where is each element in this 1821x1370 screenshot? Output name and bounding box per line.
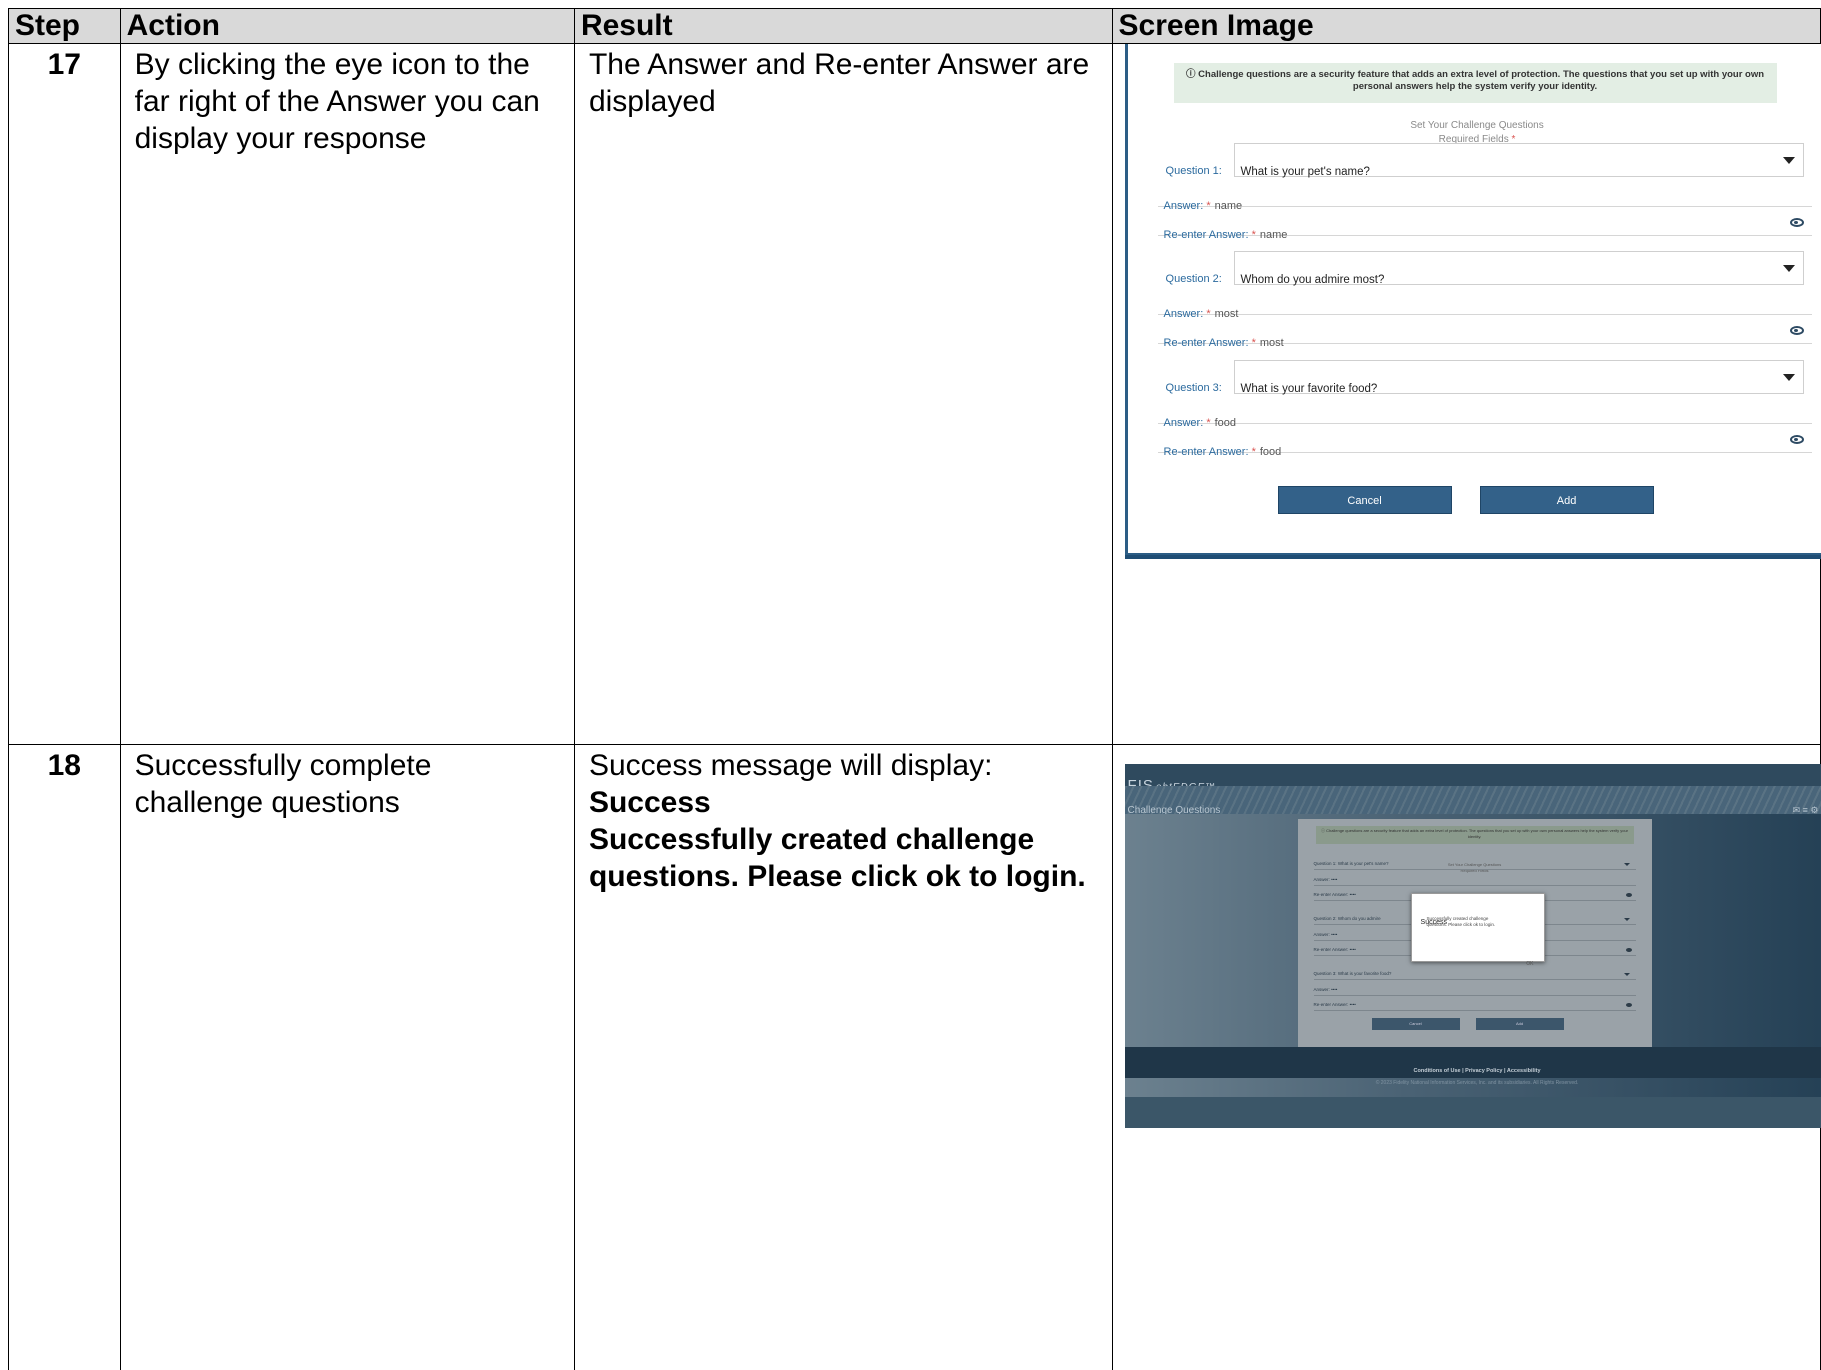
- result-cell: The Answer and Re-enter Answer are displ…: [574, 44, 1112, 745]
- result-content: Success message will display: Success Su…: [575, 745, 1112, 897]
- ma1-value: ••••: [1331, 877, 1337, 882]
- eye-icon[interactable]: [1790, 435, 1804, 444]
- reenter-answer-1-field[interactable]: Re-enter Answer: *name: [1158, 211, 1812, 236]
- mr2-label: Re-enter Answer:: [1314, 947, 1349, 952]
- required-star: *: [1252, 446, 1256, 458]
- page-title-bar: Challenge Questions ✉ ≡ ⚙ ▾: [1125, 786, 1821, 814]
- screen-image-cell: FISebtEDGE™ Challenge Questions ✉ ≡ ⚙ ▾ …: [1112, 745, 1820, 1370]
- table-row: 17 By clicking the eye icon to the far r…: [9, 44, 1821, 745]
- chevron-down-icon: [1624, 973, 1630, 976]
- footer-copyright: © 2023 Fidelity National Information Ser…: [1125, 1065, 1821, 1102]
- challenge-form-screenshot: ⓘ Challenge questions are a security fea…: [1125, 44, 1821, 556]
- mr2-value: ••••: [1350, 947, 1356, 952]
- mini-reenter-3[interactable]: Re-enter Answer: ••••: [1314, 1000, 1636, 1011]
- mq2-label: Question 2:: [1314, 916, 1337, 921]
- mr3-value: ••••: [1350, 1002, 1356, 1007]
- modal-message: Successfully created challenge questions…: [1427, 916, 1497, 928]
- action-cell: Successfully complete challenge question…: [120, 745, 574, 1370]
- reenter-label-text: Re-enter Answer:: [1164, 337, 1249, 349]
- chevron-down-icon: [1783, 265, 1795, 272]
- reenter-2-value: most: [1260, 337, 1284, 349]
- mini-add-button[interactable]: Add: [1476, 1018, 1564, 1030]
- step-number: 18: [9, 745, 120, 784]
- ma3-label: Answer:: [1314, 987, 1330, 992]
- required-star: *: [1252, 337, 1256, 349]
- mini-cancel-button[interactable]: Cancel: [1372, 1018, 1460, 1030]
- step-table: Step Action Result Screen Image 17 By cl…: [8, 8, 1821, 1370]
- mr1-label: Re-enter Answer:: [1314, 892, 1349, 897]
- answer-1-field[interactable]: Answer: *name: [1158, 182, 1812, 207]
- question-2-select[interactable]: Whom do you admire most?: [1234, 251, 1804, 285]
- chevron-down-icon: [1783, 157, 1795, 164]
- question-2-row: Question 2: Whom do you admire most?: [1158, 251, 1812, 285]
- result-text: The Answer and Re-enter Answer are displ…: [575, 44, 1112, 122]
- ma3-value: ••••: [1331, 987, 1337, 992]
- mq2-value: Whom do you admire: [1338, 916, 1381, 921]
- ma2-label: Answer:: [1314, 932, 1330, 937]
- mini-question-3[interactable]: Question 3: What is your favorite food?: [1314, 969, 1636, 980]
- action-text: By clicking the eye icon to the far righ…: [121, 44, 574, 159]
- app-header: FISebtEDGE™: [1125, 764, 1821, 786]
- ma2-value: ••••: [1331, 932, 1337, 937]
- header-screen-image: Screen Image: [1112, 9, 1820, 44]
- info-banner: ⓘ Challenge questions are a security fea…: [1174, 63, 1777, 103]
- mq1-value: What is your pet's name?: [1338, 861, 1389, 866]
- answer-3-field[interactable]: Answer: *food: [1158, 399, 1812, 424]
- mq3-label: Question 3:: [1314, 971, 1337, 976]
- mini-answer-1[interactable]: Answer: ••••: [1314, 875, 1636, 886]
- mq1-label: Question 1:: [1314, 861, 1337, 866]
- mr1-value: ••••: [1350, 892, 1356, 897]
- ok-button[interactable]: OK: [1526, 946, 1533, 983]
- step-number-cell: 18: [9, 745, 121, 1370]
- mini-info-banner: ⓘ Challenge questions are a security fea…: [1316, 826, 1634, 844]
- reenter-label-text: Re-enter Answer:: [1164, 446, 1249, 458]
- result-cell: Success message will display: Success Su…: [574, 745, 1112, 1370]
- mq3-value: What is your favorite food?: [1338, 971, 1392, 976]
- eye-icon[interactable]: [1626, 893, 1632, 897]
- result-success-title: Success: [589, 784, 1098, 821]
- mr3-label: Re-enter Answer:: [1314, 1002, 1349, 1007]
- header-action: Action: [120, 9, 574, 44]
- action-cell: By clicking the eye icon to the far righ…: [120, 44, 574, 745]
- reenter-1-value: name: [1260, 229, 1288, 241]
- question-1-row: Question 1: What is your pet's name?: [1158, 143, 1812, 177]
- reenter-2-label: Re-enter Answer: * most: [1164, 325, 1284, 362]
- success-modal: Success Successfully created challenge q…: [1411, 893, 1545, 962]
- reenter-answer-3-field[interactable]: Re-enter Answer: *food: [1158, 428, 1812, 453]
- header-step: Step: [9, 9, 121, 44]
- reenter-3-value: food: [1260, 446, 1281, 458]
- question-3-row: Question 3: What is your favorite food?: [1158, 360, 1812, 394]
- eye-icon[interactable]: [1790, 218, 1804, 227]
- question-1-select[interactable]: What is your pet's name?: [1234, 143, 1804, 177]
- chevron-down-icon: [1783, 374, 1795, 381]
- chevron-down-icon: [1624, 863, 1630, 866]
- step-number-cell: 17: [9, 44, 121, 745]
- reenter-3-label: Re-enter Answer: * food: [1164, 434, 1282, 471]
- result-success-message: Successfully created challenge questions…: [589, 821, 1098, 895]
- success-screenshot: FISebtEDGE™ Challenge Questions ✉ ≡ ⚙ ▾ …: [1125, 764, 1821, 1128]
- reenter-answer-2-field[interactable]: Re-enter Answer: *most: [1158, 319, 1812, 344]
- answer-2-field[interactable]: Answer: *most: [1158, 290, 1812, 315]
- chevron-down-icon: [1624, 918, 1630, 921]
- cancel-button[interactable]: Cancel: [1278, 486, 1452, 514]
- add-button[interactable]: Add: [1480, 486, 1654, 514]
- header-row: Step Action Result Screen Image: [9, 9, 1821, 44]
- table-row: 18 Successfully complete challenge quest…: [9, 745, 1821, 1370]
- screen-image-cell: ⓘ Challenge questions are a security fea…: [1112, 44, 1820, 745]
- reenter-label-text: Re-enter Answer:: [1164, 229, 1249, 241]
- eye-icon[interactable]: [1790, 326, 1804, 335]
- app-footer: Conditions of Use | Privacy Policy | Acc…: [1125, 1047, 1821, 1078]
- result-intro: Success message will display:: [589, 747, 1098, 784]
- required-star: *: [1252, 229, 1256, 241]
- eye-icon[interactable]: [1626, 948, 1632, 952]
- header-result: Result: [574, 9, 1112, 44]
- eye-icon[interactable]: [1626, 1003, 1632, 1007]
- mini-question-1[interactable]: Question 1: What is your pet's name?: [1314, 859, 1636, 870]
- ma1-label: Answer:: [1314, 877, 1330, 882]
- reenter-1-label: Re-enter Answer: * name: [1164, 217, 1288, 254]
- question-3-select[interactable]: What is your favorite food?: [1234, 360, 1804, 394]
- step-number: 17: [9, 44, 120, 83]
- action-text: Successfully complete challenge question…: [121, 745, 574, 823]
- mini-answer-3[interactable]: Answer: ••••: [1314, 985, 1636, 996]
